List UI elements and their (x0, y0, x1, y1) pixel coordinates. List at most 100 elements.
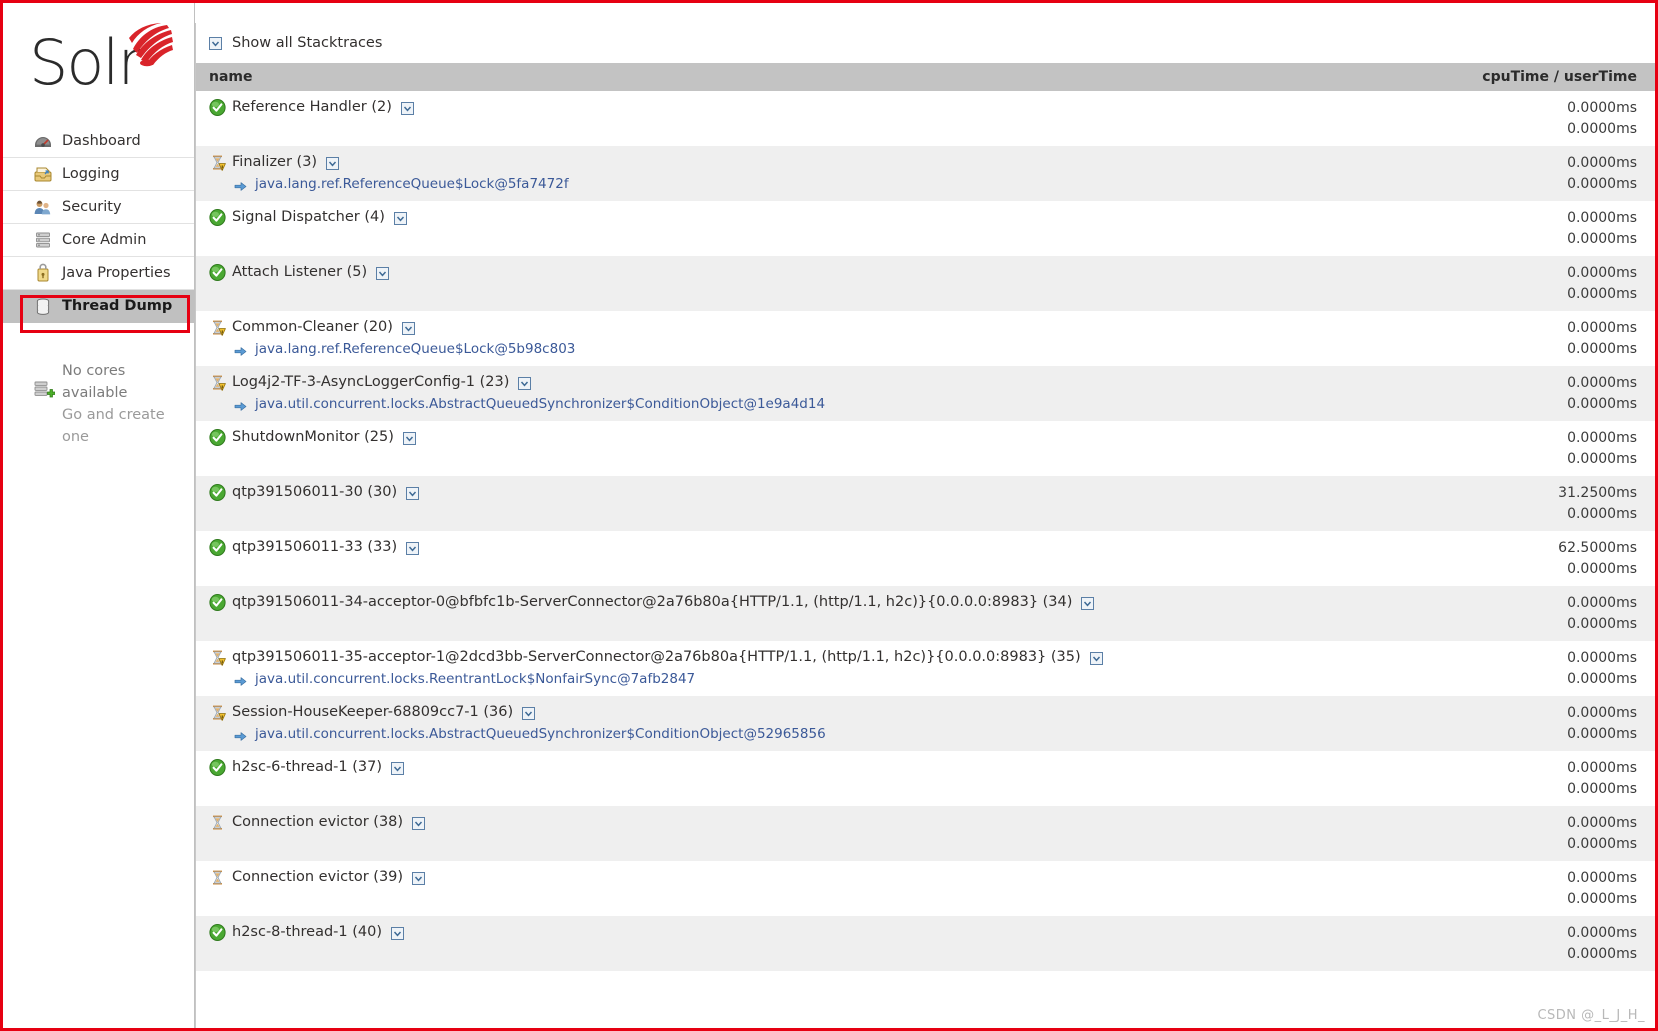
table-row[interactable]: qtp391506011-30 (30) 31.2500ms 0.0000ms (196, 476, 1655, 531)
table-row[interactable]: qtp391506011-35-acceptor-1@2dcd3bb-Serve… (196, 641, 1655, 696)
table-row[interactable]: ShutdownMonitor (25) 0.0000ms 0.0000ms (196, 421, 1655, 476)
thread-name: Finalizer (3) (232, 154, 318, 170)
thread-runnable-icon (209, 263, 226, 281)
table-row[interactable]: Signal Dispatcher (4) 0.0000ms 0.0000ms (196, 201, 1655, 256)
thread-cpu-time: 31.2500ms (1558, 485, 1637, 501)
thread-waiting-warning-icon (209, 704, 226, 721)
table-row[interactable]: Attach Listener (5) 0.0000ms 0.0000ms (196, 256, 1655, 311)
core-add-icon (33, 378, 56, 402)
thread-user-time: 0.0000ms (1567, 121, 1637, 137)
thread-stacktrace-toggle[interactable] (406, 541, 420, 555)
thread-cpu-time: 62.5000ms (1558, 540, 1637, 556)
thread-name-cell: qtp391506011-34-acceptor-0@bfbfc1b-Serve… (209, 592, 1567, 635)
table-row[interactable]: Connection evictor (39) 0.0000ms 0.0000ms (196, 861, 1655, 916)
thread-stacktrace-toggle[interactable] (391, 926, 404, 940)
table-row[interactable]: Finalizer (3) java.lang.ref.ReferenceQueu… (196, 146, 1655, 201)
thread-stacktrace-toggle[interactable] (1081, 596, 1095, 610)
thread-runnable-icon (209, 758, 226, 776)
thread-header: Reference Handler (2) (209, 97, 1567, 117)
thread-runnable-icon (209, 923, 226, 941)
show-all-stacktraces-label: Show all Stacktraces (232, 35, 383, 51)
table-row[interactable]: qtp391506011-33 (33) 62.5000ms 0.0000ms (196, 531, 1655, 586)
thread-cpu-time: 0.0000ms (1567, 595, 1637, 611)
java-properties-icon (33, 263, 53, 283)
thread-lock-row: java.lang.ref.ReferenceQueue$Lock@5b98c8… (209, 341, 1567, 357)
sidebar-item-label: Thread Dump (62, 298, 173, 314)
thread-stacktrace-toggle[interactable] (412, 816, 426, 830)
thread-name: Log4j2-TF-3-AsyncLoggerConfig-1 (23) (232, 374, 510, 390)
column-header-name: name (209, 69, 253, 85)
chevron-down-icon[interactable] (209, 36, 222, 50)
thread-cpu-time: 0.0000ms (1567, 375, 1637, 391)
solr-logo[interactable]: Solr (29, 21, 179, 105)
show-all-stacktraces-row[interactable]: Show all Stacktraces (196, 23, 1655, 63)
create-core-link[interactable]: Go and create one (62, 404, 194, 448)
main-content: Show all Stacktraces name cpuTime / user… (195, 23, 1655, 1028)
thread-name: qtp391506011-33 (33) (232, 539, 398, 555)
table-row[interactable]: Common-Cleaner (20) java.lang.ref.Referen… (196, 311, 1655, 366)
thread-cpu-time: 0.0000ms (1567, 430, 1637, 446)
sidebar-item-label: Logging (62, 166, 120, 182)
thread-header: Connection evictor (39) (209, 867, 1567, 887)
thread-time-cell: 0.0000ms 0.0000ms (1567, 152, 1637, 195)
thread-stacktrace-toggle[interactable] (401, 321, 415, 335)
thread-lock-name: java.lang.ref.ReferenceQueue$Lock@5b98c8… (255, 341, 576, 357)
thread-name-cell: Log4j2-TF-3-AsyncLoggerConfig-1 (23) java… (209, 372, 1567, 415)
thread-name: h2sc-6-thread-1 (37) (232, 759, 382, 775)
sidebar-item-security[interactable]: Security (3, 191, 194, 224)
sidebar-item-java-properties[interactable]: Java Properties (3, 257, 194, 290)
thread-runnable-icon (209, 538, 226, 556)
thread-stacktrace-toggle[interactable] (376, 266, 390, 280)
thread-user-time: 0.0000ms (1567, 836, 1637, 852)
thread-time-cell: 0.0000ms 0.0000ms (1567, 427, 1637, 470)
thread-user-time: 0.0000ms (1567, 671, 1637, 687)
thread-timed-waiting-icon (209, 814, 226, 831)
thread-stacktrace-toggle[interactable] (391, 761, 404, 775)
thread-cpu-time: 0.0000ms (1567, 320, 1637, 336)
thread-header: Session-HouseKeeper-68809cc7-1 (36) (209, 702, 1567, 722)
thread-stacktrace-toggle[interactable] (402, 431, 416, 445)
thread-user-time: 0.0000ms (1567, 506, 1637, 522)
thread-user-time: 0.0000ms (1567, 616, 1637, 632)
table-row[interactable]: Session-HouseKeeper-68809cc7-1 (36) java.… (196, 696, 1655, 751)
thread-cpu-time: 0.0000ms (1567, 870, 1637, 886)
thread-stacktrace-toggle[interactable] (406, 486, 420, 500)
table-row[interactable]: Reference Handler (2) 0.0000ms 0.0000ms (196, 91, 1655, 146)
table-row[interactable]: h2sc-8-thread-1 (40) 0.0000ms 0.0000ms (196, 916, 1655, 971)
thread-header: Attach Listener (5) (209, 262, 1567, 282)
thread-lock-name: java.util.concurrent.locks.AbstractQueue… (255, 396, 826, 412)
thread-time-cell: 31.2500ms 0.0000ms (1558, 482, 1637, 525)
thread-stacktrace-toggle[interactable] (400, 101, 414, 115)
sidebar-item-logging[interactable]: Logging (3, 158, 194, 191)
thread-cpu-time: 0.0000ms (1567, 815, 1637, 831)
thread-time-cell: 62.5000ms 0.0000ms (1558, 537, 1637, 580)
thread-name: Signal Dispatcher (4) (232, 209, 385, 225)
thread-stacktrace-toggle[interactable] (518, 376, 532, 390)
table-row[interactable]: Log4j2-TF-3-AsyncLoggerConfig-1 (23) java… (196, 366, 1655, 421)
cores-status-label: No cores available (62, 363, 128, 401)
thread-name-cell: qtp391506011-30 (30) (209, 482, 1558, 525)
thread-time-cell: 0.0000ms 0.0000ms (1567, 647, 1637, 690)
thread-time-cell: 0.0000ms 0.0000ms (1567, 702, 1637, 745)
thread-stacktrace-toggle[interactable] (326, 156, 340, 170)
cores-section[interactable]: No cores available Go and create one (3, 360, 194, 445)
sidebar-item-dashboard[interactable]: Dashboard (3, 125, 194, 158)
thread-runnable-icon (209, 593, 226, 611)
thread-stacktrace-toggle[interactable] (412, 871, 426, 885)
thread-user-time: 0.0000ms (1567, 231, 1637, 247)
thread-stacktrace-toggle[interactable] (1089, 651, 1103, 665)
thread-waiting-warning-icon (209, 154, 226, 171)
thread-stacktrace-toggle[interactable] (393, 211, 407, 225)
sidebar-item-thread-dump[interactable]: Thread Dump (3, 290, 194, 323)
table-row[interactable]: h2sc-6-thread-1 (37) 0.0000ms 0.0000ms (196, 751, 1655, 806)
thread-lock-row: java.util.concurrent.locks.AbstractQueue… (209, 726, 1567, 742)
thread-name: Common-Cleaner (20) (232, 319, 393, 335)
table-row[interactable]: Connection evictor (38) 0.0000ms 0.0000ms (196, 806, 1655, 861)
thread-runnable-icon (209, 208, 226, 226)
thread-header: Common-Cleaner (20) (209, 317, 1567, 337)
thread-lock-row: java.util.concurrent.locks.ReentrantLock… (209, 671, 1567, 687)
table-row[interactable]: qtp391506011-34-acceptor-0@bfbfc1b-Serve… (196, 586, 1655, 641)
thread-lock-row: java.lang.ref.ReferenceQueue$Lock@5fa747… (209, 176, 1567, 192)
thread-stacktrace-toggle[interactable] (522, 706, 536, 720)
sidebar-item-core-admin[interactable]: Core Admin (3, 224, 194, 257)
